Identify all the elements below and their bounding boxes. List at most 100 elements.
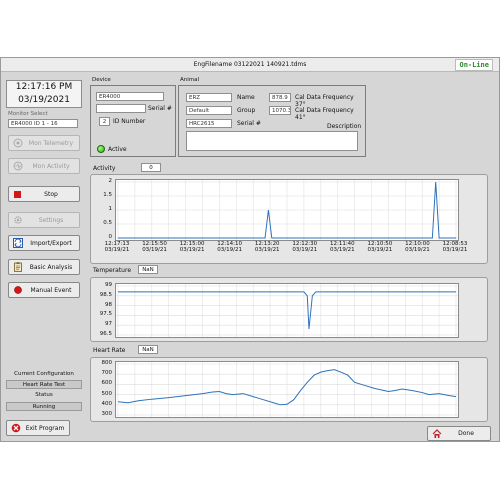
y-tick-label: 700	[101, 370, 113, 377]
y-tick-label: 2	[108, 178, 113, 184]
group-field[interactable]: 1070.3	[269, 106, 291, 115]
done-label: Done	[458, 430, 474, 437]
heart-rate-label: Heart Rate	[93, 347, 126, 354]
title-bar: EngFilename 03122021 140921.tdms On-Line	[1, 58, 499, 72]
animal-serial-field[interactable]: HRC2615	[186, 119, 232, 128]
activity-label: Activity	[93, 165, 116, 172]
clock-display: 12:17:16 PM 03/19/2021	[6, 80, 82, 108]
y-tick-label: 0.5	[103, 220, 112, 226]
basic-analysis-button[interactable]: Basic Analysis	[8, 259, 80, 275]
device-group: ER4000 Serial # 2 ID Number Active	[90, 85, 176, 157]
clock-date: 03/19/2021	[18, 95, 70, 105]
x-tick-label: 12:13:20 03/19/21	[254, 241, 280, 253]
stop-label: Stop	[44, 190, 58, 198]
device-type-field[interactable]: ER4000	[96, 92, 164, 101]
stop-button[interactable]: Stop	[8, 186, 80, 202]
manual-event-button[interactable]: Manual Event	[8, 282, 80, 298]
clipboard-icon	[12, 262, 23, 273]
x-tick-label: 12:15:00 03/19/21	[179, 241, 205, 253]
clock-time: 12:17:16 PM	[15, 82, 73, 92]
settings-label: Settings	[38, 216, 64, 224]
y-tick-label: 500	[101, 390, 113, 397]
mon-activity-label: Mon Activity	[32, 162, 70, 170]
description-label: Description	[327, 123, 362, 130]
x-tick-label: 12:12:30 03/19/21	[292, 241, 318, 253]
x-tick-label: 12:17:13 03/19/21	[104, 241, 130, 253]
mon-telemetry-button[interactable]: Mon Telemetry	[8, 135, 80, 151]
y-tick-label: 99	[105, 282, 112, 288]
chart-2-svg	[116, 362, 458, 417]
activity-chart	[115, 179, 459, 241]
animal-code-field[interactable]: ERZ	[186, 93, 232, 102]
x-tick-label: 12:14:10 03/19/21	[217, 241, 242, 253]
import-export-icon	[12, 238, 23, 249]
animal-serial-label: Serial #	[237, 120, 261, 127]
y-tick-label: 97	[105, 321, 112, 328]
basic-analysis-label: Basic Analysis	[29, 263, 73, 271]
y-tick-label: 800	[101, 360, 113, 366]
device-serial-label: Serial #	[148, 105, 172, 112]
description-field[interactable]	[186, 131, 358, 151]
monitor-select[interactable]: ER4000 ID 1 - 16	[8, 119, 78, 128]
active-label: Active	[108, 146, 127, 153]
group-value-field[interactable]: Default	[186, 106, 232, 115]
activity-value: 0	[141, 163, 161, 172]
y-tick-label: 1.5	[103, 192, 112, 198]
config-label: Current Configuration	[14, 371, 74, 377]
x-tick-label: 12:11:40 03/19/21	[329, 241, 355, 253]
device-title: Device	[92, 77, 111, 83]
cal-freq-37-label: Cal Data Frequency 37°	[295, 94, 354, 108]
activity-icon	[12, 161, 23, 172]
y-tick-label: 97.5	[99, 311, 112, 318]
online-status: On-Line	[455, 59, 493, 71]
device-id-field[interactable]: 2	[99, 117, 110, 126]
x-tick-label: 12:10:00 03/19/21	[405, 241, 430, 253]
import-export-label: Import/Export	[30, 239, 72, 247]
y-tick-label: 1	[108, 206, 113, 212]
y-tick-label: 96.5	[99, 331, 112, 337]
status-label: Status	[35, 392, 53, 398]
mon-activity-button[interactable]: Mon Activity	[8, 158, 80, 174]
exit-icon	[10, 423, 21, 434]
y-tick-label: 98.5	[99, 291, 112, 298]
y-tick-label: 400	[101, 400, 113, 407]
x-tick-label: 12:10:50 03/19/21	[367, 241, 393, 253]
animal-name-label: Name	[237, 94, 255, 101]
y-tick-label: 0	[108, 234, 113, 240]
exit-program-button[interactable]: Exit Program	[6, 420, 70, 436]
manual-event-label: Manual Event	[30, 286, 72, 294]
device-id-label: ID Number	[113, 118, 146, 125]
config-test: Heart Rate Test	[6, 380, 82, 389]
animal-title: Animal	[180, 77, 200, 83]
x-tick-label: 12:15:50 03/19/21	[142, 241, 167, 253]
device-serial-field[interactable]	[96, 104, 146, 113]
temperature-label: Temperature	[93, 267, 132, 274]
cal-freq-41-label: Cal Data Frequency 41°	[295, 107, 354, 121]
temperature-chart	[115, 283, 459, 338]
y-tick-label: 98	[105, 301, 112, 308]
animal-name-field[interactable]: 878.9	[269, 93, 291, 102]
temperature-value: NaN	[138, 265, 158, 274]
settings-button[interactable]: Settings	[8, 212, 80, 228]
monitor-select-label: Monitor Select	[8, 111, 48, 117]
chart-1-svg	[116, 284, 458, 337]
done-button[interactable]: Done	[427, 426, 491, 441]
chart-0-svg	[116, 180, 458, 240]
exit-program-label: Exit Program	[25, 424, 65, 432]
animal-group: ERZ Name 878.9 Cal Data Frequency 37° De…	[178, 85, 366, 157]
status-value: Running	[6, 402, 82, 411]
active-indicator-icon	[97, 145, 105, 153]
group-label: Group	[237, 107, 256, 114]
heart-rate-chart	[115, 361, 459, 418]
telemetry-icon	[12, 138, 23, 149]
record-icon	[12, 285, 23, 296]
import-export-button[interactable]: Import/Export	[8, 235, 80, 251]
main-window: EngFilename 03122021 140921.tdms On-Line…	[0, 57, 500, 442]
heart-rate-value: NaN	[138, 345, 158, 354]
x-tick-label: 12:08:53 03/19/21	[442, 241, 468, 253]
home-icon	[431, 428, 442, 439]
window-title: EngFilename 03122021 140921.tdms	[193, 61, 307, 68]
y-tick-label: 600	[101, 380, 113, 387]
mon-telemetry-label: Mon Telemetry	[28, 139, 74, 147]
gear-icon	[12, 215, 23, 226]
